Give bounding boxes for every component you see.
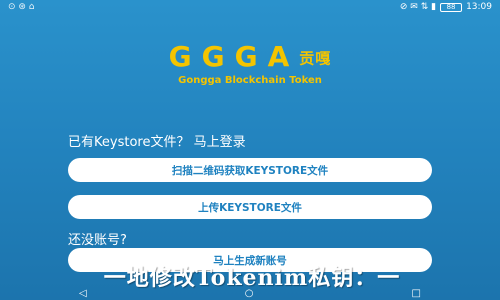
recent-apps-icon[interactable]: □ — [412, 288, 421, 299]
logo-title-latin: GGGA — [168, 40, 300, 73]
home-icon[interactable]: ○ — [245, 288, 254, 299]
nav-bar: ◁ ○ □ — [0, 286, 500, 300]
battery-icon: 88 — [440, 2, 463, 12]
scan-qr-button[interactable]: 扫描二维码获取KEYSTORE文件 — [68, 158, 432, 182]
logo-subtitle: Gongga Blockchain Token — [178, 75, 322, 86]
logo-title-cn: 贡嘎 — [299, 49, 332, 68]
back-icon[interactable]: ◁ — [79, 288, 87, 299]
clock: 13:09 — [466, 2, 492, 12]
upload-keystore-button[interactable]: 上传KEYSTORE文件 — [68, 195, 432, 219]
status-bar: ⊙ ⊛ ⌂ ⊘ ✉ ⇅ ▮ 88 13:09 — [0, 0, 500, 14]
keystore-login-prompt[interactable]: 已有Keystore文件？ 马上登录 — [68, 131, 246, 150]
no-account-prompt: 还没账号? — [68, 233, 127, 248]
status-icons: ⊘ ✉ ⇅ ▮ — [399, 2, 437, 12]
status-left-icons: ⊙ ⊛ ⌂ — [8, 2, 35, 12]
status-right: ⊘ ✉ ⇅ ▮ 88 13:09 — [400, 2, 492, 12]
app-logo: GGGA贡嘎 Gongga Blockchain Token — [0, 40, 500, 86]
logo-title: GGGA贡嘎 — [0, 40, 500, 73]
